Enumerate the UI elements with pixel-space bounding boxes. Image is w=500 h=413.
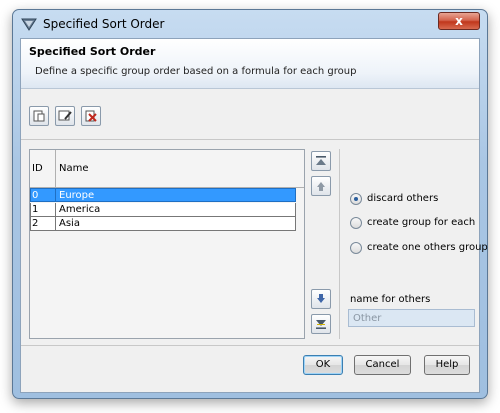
cancel-button[interactable]: Cancel	[354, 355, 411, 375]
move-down-icon	[317, 294, 325, 303]
column-header-id-label: ID	[32, 163, 43, 174]
radio-button-checked[interactable]	[350, 193, 362, 205]
move-to-top-icon	[316, 156, 326, 165]
dialog-window: Specified Sort Order x Specified Sort Or…	[12, 9, 488, 399]
row-id-cell: 0	[32, 189, 56, 202]
help-button[interactable]: Help	[424, 355, 470, 375]
ok-button[interactable]: OK	[303, 355, 343, 375]
radio-label: create one others group	[367, 242, 488, 253]
window-title: Specified Sort Order	[43, 17, 165, 31]
close-button[interactable]: x	[438, 12, 480, 30]
move-to-bottom-icon	[316, 320, 326, 329]
edit-formula-button[interactable]	[55, 106, 75, 126]
radio-button[interactable]	[350, 217, 362, 229]
delete-button[interactable]	[81, 106, 101, 126]
move-to-bottom-button[interactable]	[311, 314, 331, 334]
edit-formula-icon	[58, 110, 72, 121]
row-name-cell: Asia	[59, 218, 80, 229]
app-icon	[21, 18, 37, 31]
dialog-header: Specified Sort Order Define a specific g…	[21, 39, 479, 89]
header-title: Specified Sort Order	[29, 45, 156, 58]
move-down-button[interactable]	[311, 289, 331, 309]
table-row[interactable]: 1 America	[30, 203, 296, 217]
move-to-top-button[interactable]	[311, 151, 331, 171]
column-header-name[interactable]: Name	[56, 150, 304, 188]
radio-label: create group for each	[367, 217, 476, 228]
radio-label: discard others	[367, 193, 439, 204]
header-description: Define a specific group order based on a…	[35, 66, 357, 77]
toolbar-divider	[21, 139, 479, 140]
row-name-cell: America	[59, 204, 101, 215]
row-id-cell: 2	[32, 217, 56, 230]
radio-button[interactable]	[350, 242, 362, 254]
name-for-others-label: name for others	[350, 294, 431, 305]
move-up-button[interactable]	[311, 176, 331, 196]
row-name-cell: Europe	[59, 190, 95, 201]
row-id-cell: 1	[32, 203, 56, 216]
new-document-button[interactable]	[29, 106, 49, 126]
group-order-table[interactable]: ID Name 0 Europe 1 America 2 Asia	[29, 149, 305, 339]
move-up-icon	[317, 182, 325, 191]
table-row[interactable]: 0 Europe	[30, 188, 296, 202]
delete-icon	[85, 110, 97, 122]
others-options-panel: discard others create group for each cre…	[339, 149, 488, 339]
button-bar-divider	[21, 345, 479, 346]
name-for-others-input[interactable]	[348, 309, 475, 327]
dialog-client-area: Specified Sort Order Define a specific g…	[20, 38, 488, 393]
title-bar[interactable]: Specified Sort Order x	[13, 10, 487, 38]
table-row[interactable]: 2 Asia	[30, 217, 296, 231]
column-header-id[interactable]: ID	[30, 150, 56, 188]
column-header-name-label: Name	[59, 163, 89, 174]
new-document-icon	[33, 110, 45, 122]
